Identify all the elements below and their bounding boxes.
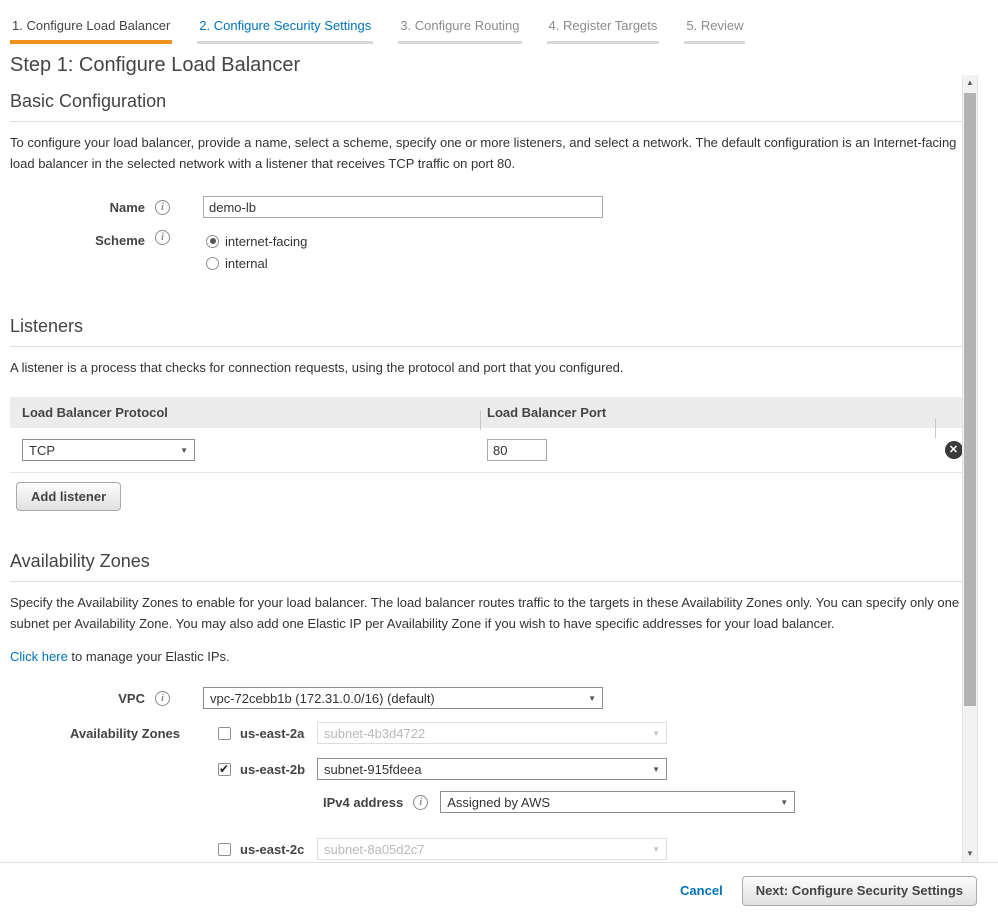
tab-configure-security-settings[interactable]: 2. Configure Security Settings — [197, 6, 373, 44]
name-label: Name — [10, 200, 145, 215]
internet-facing-label: internet-facing — [225, 234, 307, 249]
zone-name: us-east-2c — [240, 842, 310, 857]
scroll-up-icon[interactable]: ▲ — [963, 75, 977, 91]
info-icon[interactable]: i — [155, 200, 170, 215]
scheme-label: Scheme — [10, 233, 145, 248]
add-listener-button[interactable]: Add listener — [16, 482, 121, 511]
next-configure-security-settings-button[interactable]: Next: Configure Security Settings — [742, 876, 977, 906]
info-icon[interactable]: i — [155, 691, 170, 706]
protocol-select-value: TCP — [29, 443, 55, 458]
port-input[interactable] — [487, 439, 547, 461]
chevron-down-icon: ▼ — [652, 765, 660, 774]
scheme-option-internal[interactable]: internal — [206, 252, 307, 274]
listener-row: TCP ▼ ✕ — [10, 428, 962, 472]
zone-row-us-east-2a: Availability Zones us-east-2a subnet-4b3… — [10, 722, 962, 744]
tab-configure-load-balancer[interactable]: 1. Configure Load Balancer — [10, 6, 172, 44]
listeners-heading: Listeners — [10, 316, 962, 347]
listeners-table-header: Load Balancer Protocol Load Balancer Por… — [10, 397, 962, 428]
zone-us-east-2a-checkbox[interactable] — [218, 727, 231, 740]
scrollbar-thumb[interactable] — [964, 93, 976, 706]
port-column-header: Load Balancer Port — [480, 405, 935, 420]
vertical-scrollbar[interactable]: ▲ ▼ — [962, 75, 978, 862]
ipv4-address-select[interactable]: Assigned by AWS ▼ — [440, 791, 795, 813]
listeners-table: Load Balancer Protocol Load Balancer Por… — [10, 397, 962, 473]
chevron-down-icon: ▼ — [652, 845, 660, 854]
wizard-step-tabs: 1. Configure Load Balancer 2. Configure … — [0, 0, 998, 44]
internal-label: internal — [225, 256, 268, 271]
ipv4-select-value: Assigned by AWS — [447, 795, 550, 810]
wizard-footer: Cancel Next: Configure Security Settings — [0, 862, 998, 918]
basic-configuration-description: To configure your load balancer, provide… — [10, 132, 962, 174]
zone-row-us-east-2b: us-east-2b subnet-915fdeea ▼ — [10, 758, 962, 780]
subnet-select-value: subnet-8a05d2c7 — [324, 842, 424, 857]
tab-review: 5. Review — [684, 6, 745, 44]
tab-configure-routing: 3. Configure Routing — [398, 6, 521, 44]
scheme-radio-group: internet-facing internal — [206, 230, 307, 274]
scheme-row: Scheme i internet-facing internal — [10, 230, 962, 274]
availability-zones-description: Specify the Availability Zones to enable… — [10, 592, 962, 634]
page-title: Step 1: Configure Load Balancer — [10, 54, 962, 77]
internet-facing-radio[interactable] — [206, 235, 219, 248]
name-row: Name i — [10, 196, 962, 218]
vpc-select[interactable]: vpc-72cebb1b (172.31.0.0/16) (default) ▼ — [203, 687, 603, 709]
internal-radio[interactable] — [206, 257, 219, 270]
ipv4-address-row: IPv4 address i Assigned by AWS ▼ — [10, 791, 962, 813]
listeners-description: A listener is a process that checks for … — [10, 357, 962, 378]
vpc-select-value: vpc-72cebb1b (172.31.0.0/16) (default) — [210, 691, 435, 706]
scroll-down-icon[interactable]: ▼ — [963, 846, 977, 862]
wizard-page: 1. Configure Load Balancer 2. Configure … — [0, 0, 998, 918]
zone-name: us-east-2b — [240, 762, 310, 777]
ipv4-address-label: IPv4 address — [323, 795, 403, 810]
tab-register-targets: 4. Register Targets — [547, 6, 660, 44]
zone-us-east-2b-checkbox[interactable] — [218, 763, 231, 776]
elastic-ip-text: to manage your Elastic IPs. — [71, 649, 229, 664]
cancel-button[interactable]: Cancel — [680, 883, 723, 898]
scheme-option-internet-facing[interactable]: internet-facing — [206, 230, 307, 252]
manage-elastic-ips-link[interactable]: Click here — [10, 649, 68, 664]
delete-listener-icon[interactable]: ✕ — [945, 441, 963, 459]
zone-name: us-east-2a — [240, 726, 310, 741]
zone-us-east-2c-checkbox[interactable] — [218, 843, 231, 856]
info-icon[interactable]: i — [155, 230, 170, 245]
info-icon[interactable]: i — [413, 795, 428, 810]
chevron-down-icon: ▼ — [588, 694, 596, 703]
elastic-ip-line: Click here to manage your Elastic IPs. — [10, 649, 962, 664]
subnet-select-value: subnet-915fdeea — [324, 762, 422, 777]
vpc-label: VPC — [10, 691, 145, 706]
chevron-down-icon: ▼ — [780, 798, 788, 807]
zone-row-us-east-2c: us-east-2c subnet-8a05d2c7 ▼ — [10, 838, 962, 860]
vpc-row: VPC i vpc-72cebb1b (172.31.0.0/16) (defa… — [10, 687, 962, 709]
wizard-content: Step 1: Configure Load Balancer Basic Co… — [0, 44, 998, 862]
availability-zones-label: Availability Zones — [10, 726, 180, 741]
protocol-column-header: Load Balancer Protocol — [10, 405, 480, 420]
subnet-select-value: subnet-4b3d4722 — [324, 726, 425, 741]
subnet-select-us-east-2b[interactable]: subnet-915fdeea ▼ — [317, 758, 667, 780]
subnet-select-us-east-2c: subnet-8a05d2c7 ▼ — [317, 838, 667, 860]
load-balancer-name-input[interactable] — [203, 196, 603, 218]
chevron-down-icon: ▼ — [652, 729, 660, 738]
subnet-select-us-east-2a: subnet-4b3d4722 ▼ — [317, 722, 667, 744]
basic-configuration-heading: Basic Configuration — [10, 91, 962, 122]
availability-zones-heading: Availability Zones — [10, 551, 962, 582]
chevron-down-icon: ▼ — [180, 446, 188, 455]
protocol-select[interactable]: TCP ▼ — [22, 439, 195, 461]
